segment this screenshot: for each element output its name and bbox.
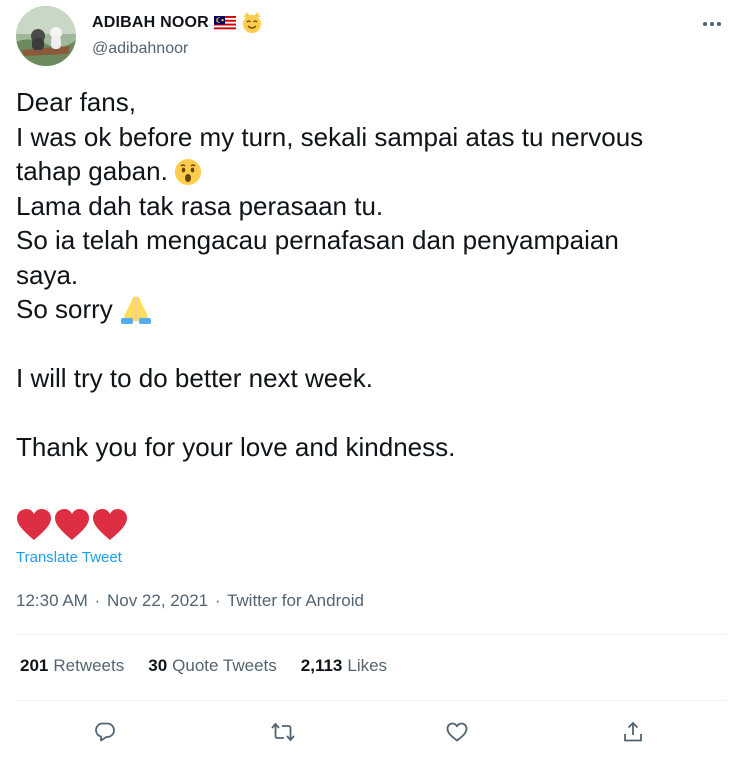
more-dot-icon <box>703 22 707 26</box>
tweet-source[interactable]: Twitter for Android <box>227 591 364 610</box>
likes-count: 2,113 <box>300 656 343 675</box>
divider <box>16 634 726 635</box>
tweet-stats: 201 Retweets 30 Quote Tweets 2,113 Likes <box>20 656 387 676</box>
folded-hands-icon <box>120 296 151 324</box>
tweet-line: Thank you for your love and kindness. <box>16 432 456 462</box>
more-options-button[interactable] <box>692 10 732 38</box>
tweet-line: saya. <box>16 259 79 290</box>
reply-icon <box>95 722 115 742</box>
meta-separator: · <box>214 591 221 610</box>
translate-tweet-link[interactable]: Translate Tweet <box>16 549 122 566</box>
tweet-line: I will try to do better next week. <box>16 363 373 393</box>
red-heart-icon <box>17 509 51 540</box>
avatar-image <box>16 6 76 66</box>
tweet-line-with-emoji: So sorry <box>16 292 728 327</box>
author-handle[interactable]: @adibahnoor <box>92 40 188 58</box>
tweet-meta: 12:30 AM · Nov 22, 2021 · Twitter for An… <box>16 591 366 611</box>
reply-button[interactable] <box>85 712 125 752</box>
tweet-actions <box>0 712 742 752</box>
tweet-line-with-emoji: tahap gaban. <box>16 154 728 189</box>
tweet-text: Dear fans, I was ok before my turn, seka… <box>16 85 728 465</box>
tweet-line-text: tahap gaban. <box>16 156 168 186</box>
tweet-time[interactable]: 12:30 AM <box>16 591 88 610</box>
tweet-line: So ia telah mengacau pernafasan dan peny… <box>16 225 619 255</box>
like-button[interactable] <box>437 712 477 752</box>
malaysia-flag-icon <box>213 15 236 31</box>
retweet-button[interactable] <box>263 712 303 752</box>
divider <box>16 700 726 701</box>
tweet-line: Lama dah tak rasa perasaan tu. <box>16 190 384 221</box>
avatar[interactable] <box>16 6 76 66</box>
retweets-label: Retweets <box>53 656 125 675</box>
share-icon <box>624 721 642 742</box>
tweet-line: Dear fans, <box>16 87 136 117</box>
retweets-count: 201 <box>20 656 49 675</box>
likes-label: Likes <box>347 656 388 675</box>
quote-tweets-count: 30 <box>148 656 168 675</box>
more-dot-icon <box>710 22 714 26</box>
likes-stat[interactable]: 2,113 Likes <box>301 656 387 676</box>
author-display-name[interactable]: ADIBAH NOOR <box>92 14 209 32</box>
red-heart-icon <box>93 509 127 540</box>
quote-tweets-stat[interactable]: 30 Quote Tweets <box>148 656 277 676</box>
red-heart-icon <box>55 509 89 540</box>
tweet-card: ADIBAH NOOR @adibahnoor Dear fans, I was <box>0 0 742 762</box>
astonished-face-icon <box>174 159 201 185</box>
retweet-icon <box>271 722 295 742</box>
meta-separator: · <box>94 591 101 610</box>
share-button[interactable] <box>613 712 653 752</box>
tweet-line: I was ok before my turn, sekali sampai a… <box>16 121 644 152</box>
more-dot-icon <box>717 22 721 26</box>
hearts-row <box>16 508 128 542</box>
author-name-row[interactable]: ADIBAH NOOR <box>92 12 263 34</box>
quote-tweets-label: Quote Tweets <box>172 656 277 675</box>
like-icon <box>446 722 468 742</box>
tweet-date[interactable]: Nov 22, 2021 <box>107 591 208 610</box>
smiling-cat-face-icon <box>242 12 261 33</box>
retweets-stat[interactable]: 201 Retweets <box>20 656 124 676</box>
tweet-line-text: So sorry <box>16 294 113 324</box>
